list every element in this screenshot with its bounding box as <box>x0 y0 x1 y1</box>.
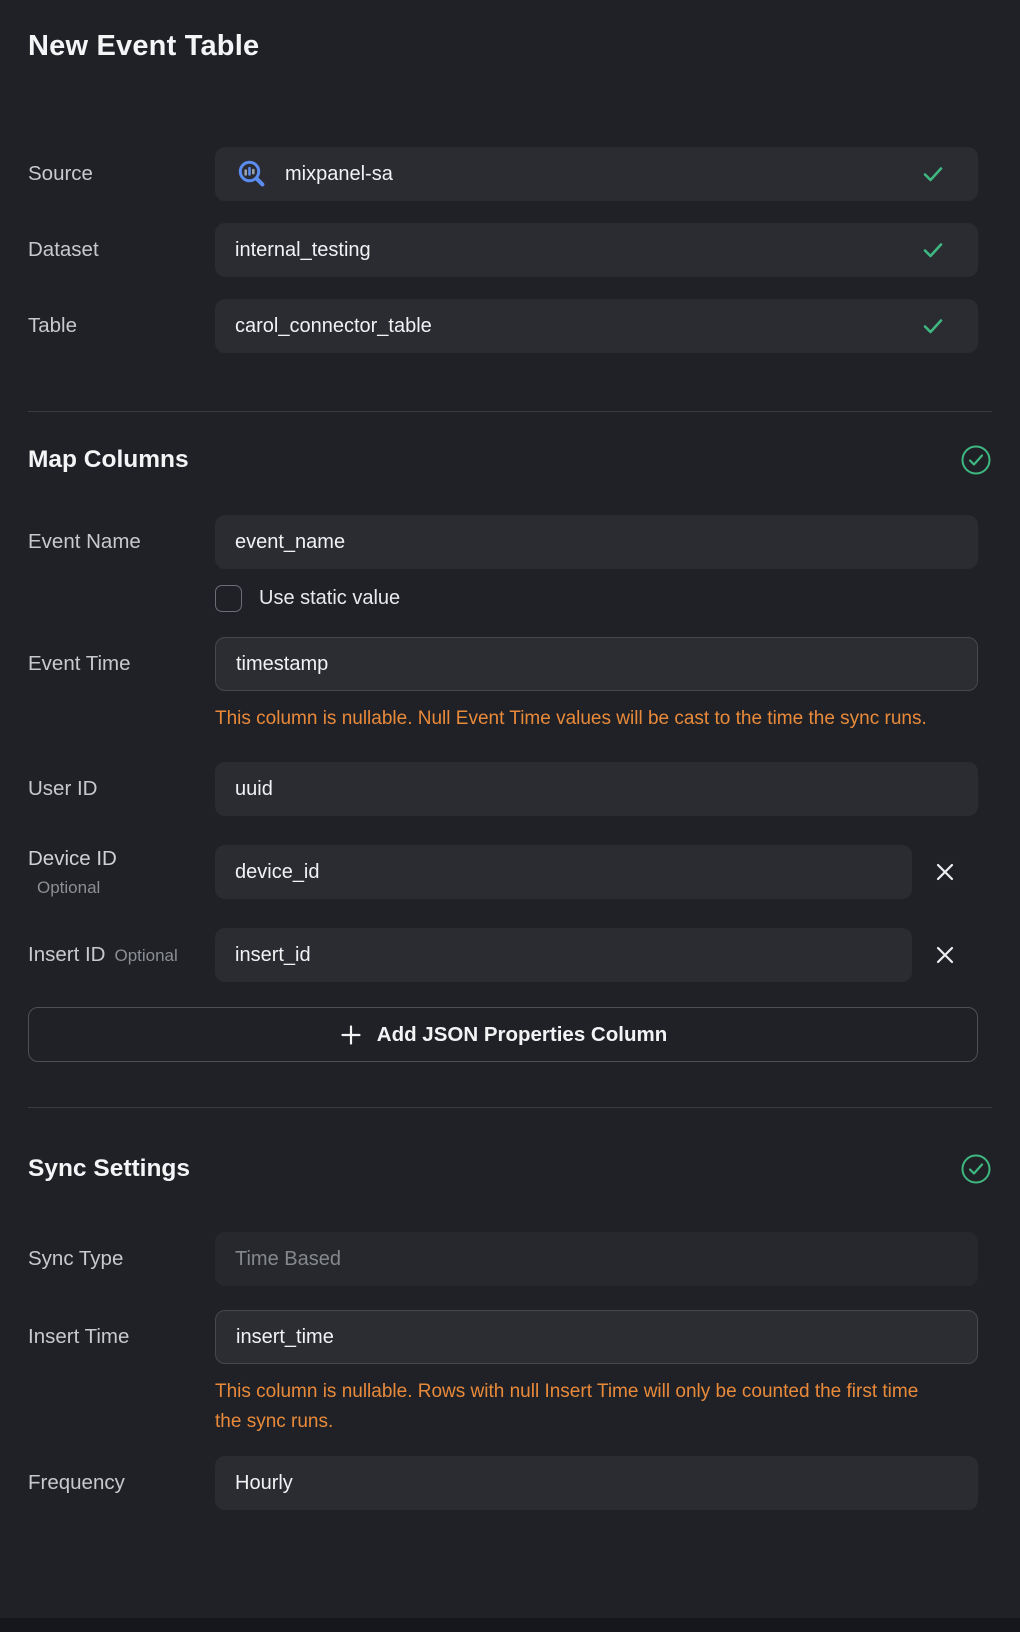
event-name-row: Event Name event_name <box>28 515 978 569</box>
section-divider <box>28 1107 992 1108</box>
source-row: Source mixpanel-sa <box>28 147 978 201</box>
add-json-properties-button[interactable]: Add JSON Properties Column <box>28 1007 978 1062</box>
frequency-label: Frequency <box>28 1471 215 1495</box>
device-id-optional-label: Optional <box>28 878 215 898</box>
section-complete-check-icon <box>960 444 992 476</box>
table-valid-check-icon <box>920 313 946 339</box>
table-label: Table <box>28 314 215 338</box>
user-id-field[interactable]: uuid <box>215 762 978 816</box>
device-id-field[interactable]: device_id <box>215 845 912 899</box>
user-id-label: User ID <box>28 777 215 801</box>
sync-type-field: Time Based <box>215 1232 978 1286</box>
insert-id-remove-button[interactable] <box>912 928 978 982</box>
insert-id-label-group: Insert ID Optional <box>28 943 215 967</box>
insert-id-field[interactable]: insert_id <box>215 928 912 982</box>
frequency-value: Hourly <box>235 1472 293 1495</box>
source-field[interactable]: mixpanel-sa <box>215 147 978 201</box>
event-time-field[interactable]: timestamp <box>215 637 978 691</box>
section-divider <box>28 411 992 412</box>
dataset-label: Dataset <box>28 238 215 262</box>
source-label: Source <box>28 162 215 186</box>
insert-id-value: insert_id <box>235 944 311 967</box>
device-id-remove-button[interactable] <box>912 845 978 899</box>
device-id-label-group: Device ID Optional <box>28 847 215 898</box>
frequency-row: Frequency Hourly <box>28 1456 978 1510</box>
close-icon <box>934 944 956 966</box>
bottom-edge-strip <box>0 1618 1020 1632</box>
dataset-row: Dataset internal_testing <box>28 223 978 277</box>
event-name-value: event_name <box>235 531 345 554</box>
section-complete-check-icon <box>960 1153 992 1185</box>
sync-type-label: Sync Type <box>28 1247 215 1271</box>
insert-id-row: Insert ID Optional insert_id <box>28 928 978 982</box>
device-id-row: Device ID Optional device_id <box>28 845 978 899</box>
table-row: Table carol_connector_table <box>28 299 978 353</box>
add-json-properties-label: Add JSON Properties Column <box>377 1023 667 1047</box>
source-valid-check-icon <box>920 161 946 187</box>
event-name-field[interactable]: event_name <box>215 515 978 569</box>
add-json-properties-row: Add JSON Properties Column <box>28 1007 978 1062</box>
dataset-valid-check-icon <box>920 237 946 263</box>
insert-time-field[interactable]: insert_time <box>215 1310 978 1364</box>
insert-time-label: Insert Time <box>28 1325 215 1349</box>
sync-settings-header: Sync Settings <box>28 1153 992 1185</box>
sync-type-value: Time Based <box>235 1248 341 1271</box>
dataset-value: internal_testing <box>235 239 371 262</box>
device-id-label: Device ID <box>28 847 215 871</box>
page-title: New Event Table <box>28 30 992 63</box>
insert-time-value: insert_time <box>236 1326 334 1349</box>
event-time-value: timestamp <box>236 653 328 676</box>
insert-time-nullable-warning: This column is nullable. Rows with null … <box>215 1377 933 1437</box>
user-id-value: uuid <box>235 778 273 801</box>
map-columns-heading: Map Columns <box>28 446 189 474</box>
bigquery-source-icon <box>235 157 269 191</box>
table-field[interactable]: carol_connector_table <box>215 299 978 353</box>
event-time-label: Event Time <box>28 652 215 676</box>
use-static-value-row: Use static value <box>215 585 992 612</box>
plus-icon <box>339 1023 363 1047</box>
user-id-row: User ID uuid <box>28 762 978 816</box>
insert-time-row: Insert Time insert_time <box>28 1310 978 1364</box>
event-time-nullable-warning: This column is nullable. Null Event Time… <box>215 704 933 734</box>
insert-id-label: Insert ID <box>28 943 105 966</box>
close-icon <box>934 861 956 883</box>
table-value: carol_connector_table <box>235 315 432 338</box>
source-value: mixpanel-sa <box>285 163 393 186</box>
map-columns-header: Map Columns <box>28 444 992 476</box>
sync-type-row: Sync Type Time Based <box>28 1232 978 1286</box>
use-static-value-label: Use static value <box>259 587 400 610</box>
dataset-field[interactable]: internal_testing <box>215 223 978 277</box>
event-name-label: Event Name <box>28 530 215 554</box>
insert-id-optional-label: Optional <box>114 946 177 965</box>
event-time-row: Event Time timestamp <box>28 637 978 691</box>
new-event-table-form: New Event Table Source mixpanel-sa Datas… <box>0 0 1020 1510</box>
use-static-value-checkbox[interactable] <box>215 585 242 612</box>
device-id-value: device_id <box>235 861 320 884</box>
frequency-field[interactable]: Hourly <box>215 1456 978 1510</box>
sync-settings-heading: Sync Settings <box>28 1155 190 1183</box>
